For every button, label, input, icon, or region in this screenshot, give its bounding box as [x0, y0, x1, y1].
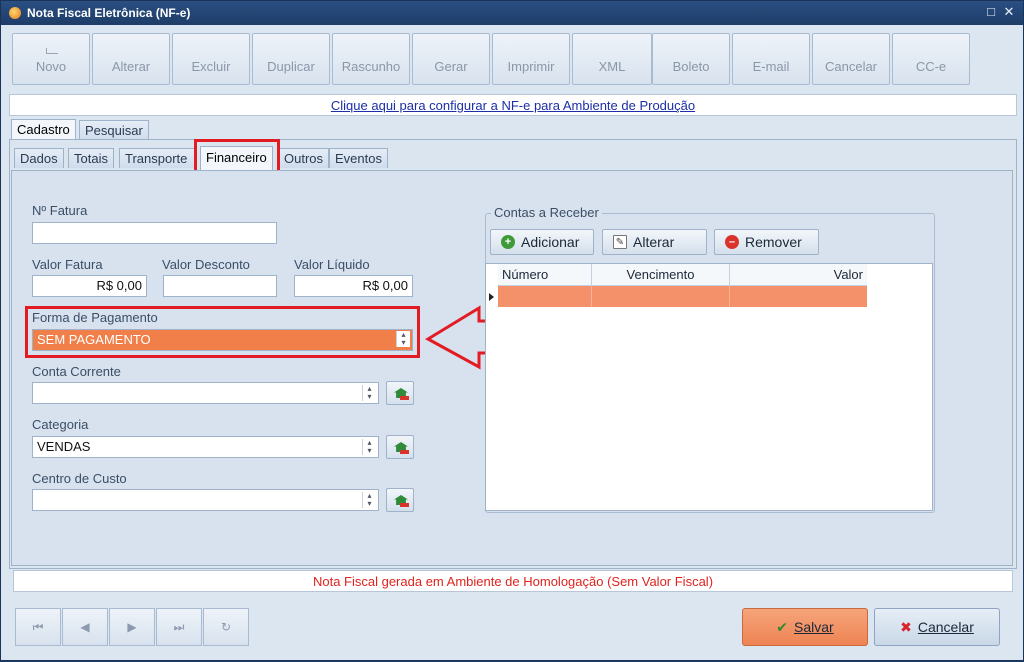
combo-arrows-icon[interactable]: ▴ ▾ — [362, 492, 376, 508]
cce-button[interactable]: CC-e — [892, 33, 970, 85]
salvar-button[interactable]: ✔ Salvar — [742, 608, 868, 646]
cancelar-nfe-button[interactable]: Cancelar — [812, 33, 890, 85]
categoria-label: Categoria — [32, 417, 89, 432]
valor-liquido-label: Valor Líquido — [294, 257, 370, 272]
row-indicator-icon — [489, 293, 494, 301]
valor-liquido-input[interactable]: R$ 0,00 — [294, 275, 413, 297]
tab-totais[interactable]: Totais — [68, 148, 114, 168]
status-message: Nota Fiscal gerada em Ambiente de Homolo… — [13, 570, 1013, 592]
plus-circle-icon: + — [501, 235, 515, 249]
rascunho-button[interactable]: Rascunho — [332, 33, 410, 85]
check-icon: ✔ — [776, 619, 789, 635]
col-valor[interactable]: Valor — [730, 264, 867, 286]
gerar-button[interactable]: Gerar — [412, 33, 490, 85]
xml-button[interactable]: XML — [572, 33, 652, 85]
imprimir-button[interactable]: Imprimir — [492, 33, 570, 85]
config-production-link[interactable]: Clique aqui para configurar a NF-e para … — [331, 98, 695, 113]
forma-pagamento-highlight — [25, 306, 420, 358]
last-record-button[interactable]: ⏭ — [156, 608, 202, 646]
categoria-select[interactable]: VENDAS ▴ ▾ — [32, 436, 379, 458]
boleto-button[interactable]: Boleto — [652, 33, 730, 85]
duplicar-button[interactable]: Duplicar — [252, 33, 330, 85]
next-record-button[interactable]: ▶ — [109, 608, 155, 646]
remover-button[interactable]: – Remover — [714, 229, 819, 255]
valor-desconto-label: Valor Desconto — [162, 257, 250, 272]
refresh-button[interactable]: ↻ — [203, 608, 249, 646]
table-row[interactable] — [498, 286, 867, 307]
tab-cadastro[interactable]: Cadastro — [11, 119, 76, 140]
col-vencimento[interactable]: Vencimento — [592, 264, 730, 286]
conta-corrente-select[interactable]: ▴ ▾ — [32, 382, 379, 404]
valor-fatura-input[interactable]: R$ 0,00 — [32, 275, 147, 297]
contas-receber-title: Contas a Receber — [491, 205, 602, 220]
conta-corrente-lookup-button[interactable] — [386, 381, 414, 405]
categoria-lookup-button[interactable] — [386, 435, 414, 459]
combo-arrows-icon[interactable]: ▴ ▾ — [362, 385, 376, 401]
cancelar-button[interactable]: ✖ Cancelar — [874, 608, 1000, 646]
tab-outros[interactable]: Outros — [278, 148, 330, 168]
excluir-button[interactable]: Excluir — [172, 33, 250, 85]
first-record-button[interactable]: ⏮ — [15, 608, 61, 646]
minus-circle-icon: – — [725, 235, 739, 249]
close-icon[interactable]: ✕ — [1001, 4, 1017, 20]
email-button[interactable]: E-mail — [732, 33, 810, 85]
alterar-conta-button[interactable]: ✎ Alterar — [602, 229, 707, 255]
app-icon — [9, 7, 21, 19]
centro-custo-lookup-button[interactable] — [386, 488, 414, 512]
adicionar-button[interactable]: + Adicionar — [490, 229, 594, 255]
novo-button[interactable]: Novo — [12, 33, 90, 85]
tab-dados[interactable]: Dados — [14, 148, 64, 168]
tab-transporte[interactable]: Transporte — [119, 148, 196, 168]
valor-desconto-input[interactable] — [163, 275, 277, 297]
edit-icon: ✎ — [613, 235, 627, 249]
contas-grid[interactable]: Número Vencimento Valor — [485, 263, 933, 511]
conta-corrente-label: Conta Corrente — [32, 364, 121, 379]
new-doc-icon — [46, 48, 58, 54]
centro-custo-select[interactable]: ▴ ▾ — [32, 489, 379, 511]
tab-pesquisar[interactable]: Pesquisar — [79, 120, 149, 140]
nfe-window: Nota Fiscal Eletrônica (NF-e) □ ✕ Novo A… — [0, 0, 1024, 661]
x-icon: ✖ — [900, 619, 912, 635]
fatura-input[interactable] — [32, 222, 277, 244]
title-bar: Nota Fiscal Eletrônica (NF-e) □ ✕ — [1, 1, 1023, 25]
config-link-bar: Clique aqui para configurar a NF-e para … — [9, 94, 1017, 116]
toolbar: Novo Alterar Excluir Duplicar Rascunho G… — [9, 31, 1017, 89]
centro-custo-label: Centro de Custo — [32, 471, 127, 486]
valor-fatura-label: Valor Fatura — [32, 257, 103, 272]
tab-eventos[interactable]: Eventos — [329, 148, 388, 168]
alterar-button[interactable]: Alterar — [92, 33, 170, 85]
window-title: Nota Fiscal Eletrônica (NF-e) — [27, 6, 191, 20]
prev-record-button[interactable]: ◀ — [62, 608, 108, 646]
grid-header: Número Vencimento Valor — [498, 264, 867, 286]
col-numero[interactable]: Número — [498, 264, 592, 286]
fatura-label: Nº Fatura — [32, 203, 88, 218]
maximize-icon[interactable]: □ — [983, 4, 999, 20]
combo-arrows-icon[interactable]: ▴ ▾ — [362, 439, 376, 455]
